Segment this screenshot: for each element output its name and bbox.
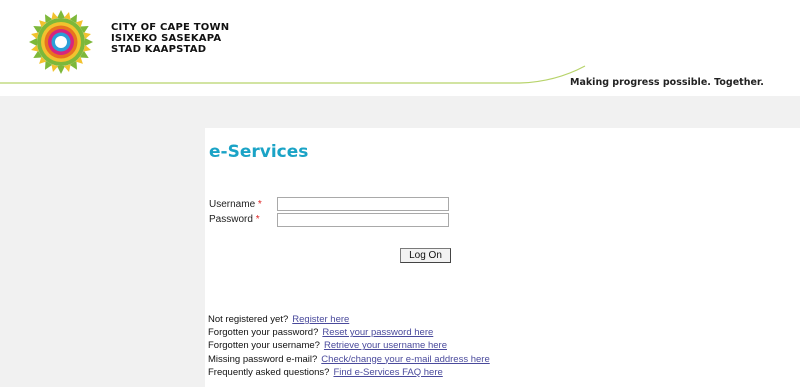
help-link-row-check-email: Missing password e-mail? Check/change you… [208, 353, 490, 366]
username-input[interactable] [277, 197, 449, 211]
tagline: Making progress possible. Together. [570, 77, 764, 88]
log-on-button[interactable]: Log On [400, 248, 451, 263]
help-link-prompt: Forgotten your username? [208, 340, 320, 352]
help-link-row-retrieve-username: Forgotten your username? Retrieve your us… [208, 339, 490, 352]
check-email-link[interactable]: Check/change your e-mail address here [321, 354, 489, 365]
organization-name: CITY OF CAPE TOWN ISIXEKO SASEKAPA STAD … [111, 22, 229, 55]
password-input[interactable] [277, 213, 449, 227]
password-label: Password * [209, 214, 260, 225]
organization-name-afrikaans: STAD KAAPSTAD [111, 44, 207, 55]
password-label-text: Password [209, 214, 253, 225]
required-asterisk: * [255, 214, 260, 225]
site-header: CITY OF CAPE TOWN ISIXEKO SASEKAPA STAD … [0, 0, 800, 96]
help-link-prompt: Forgotten your password? [208, 327, 319, 339]
required-asterisk: * [257, 199, 262, 210]
faq-link[interactable]: Find e-Services FAQ here [333, 367, 442, 378]
help-links-list: Not registered yet? Register here Forgott… [208, 313, 490, 379]
help-link-prompt: Not registered yet? [208, 314, 289, 325]
organization-name-english: CITY OF CAPE TOWN [111, 22, 230, 33]
register-link[interactable]: Register here [292, 314, 349, 325]
retrieve-username-link[interactable]: Retrieve your username here [324, 340, 447, 351]
organization-name-xhosa: ISIXEKO SASEKAPA [111, 33, 222, 44]
help-link-prompt: Frequently asked questions? [208, 366, 330, 378]
help-link-row-register: Not registered yet? Register here [208, 313, 490, 326]
page-title: e-Services [209, 142, 309, 162]
help-link-row-faq: Frequently asked questions? Find e-Servic… [208, 366, 490, 379]
username-label: Username * [209, 199, 262, 210]
username-label-text: Username [209, 199, 256, 210]
help-link-prompt: Missing password e-mail? [208, 353, 318, 365]
help-link-row-reset-password: Forgotten your password? Reset your passw… [208, 326, 490, 339]
reset-password-link[interactable]: Reset your password here [322, 327, 433, 338]
